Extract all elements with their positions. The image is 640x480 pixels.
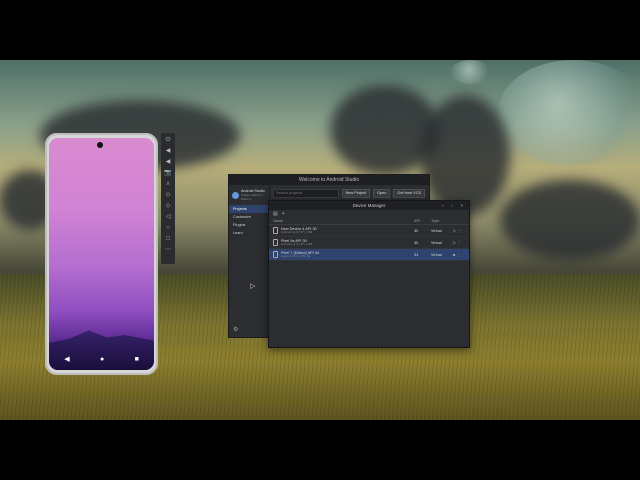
home-icon[interactable]: ○ bbox=[166, 224, 170, 232]
device-api: 30 bbox=[414, 228, 419, 233]
device-manager-title-bar: Device Manager – ▫ × bbox=[269, 201, 469, 210]
brand-version: Koala | 2024.1.1 Patch 1 bbox=[241, 193, 263, 201]
device-details: Android 14.0 | x86_64 bbox=[281, 253, 311, 258]
android-studio-logo-icon bbox=[232, 191, 239, 199]
sidebar-item-learn[interactable]: Learn bbox=[229, 229, 269, 237]
device-manager-toolbar: ▤ + bbox=[269, 210, 469, 217]
welcome-toolbar: Search projects New Project Open Get fro… bbox=[273, 188, 425, 198]
phone-icon bbox=[273, 251, 278, 258]
add-device-icon[interactable]: + bbox=[282, 211, 285, 217]
brand: Android Studio Koala | 2024.1.1 Patch 1 bbox=[229, 185, 269, 205]
device-details: Android 11.0 ("R") | x86 bbox=[281, 229, 313, 234]
mouse-cursor-icon: ▷ bbox=[250, 283, 256, 290]
phone-icon bbox=[273, 239, 278, 246]
screenshot-icon[interactable]: 📷 bbox=[164, 169, 171, 177]
cloud-image bbox=[500, 180, 640, 260]
device-manager-window: Device Manager – ▫ × ▤ + Name API Type N… bbox=[268, 200, 470, 348]
home-icon[interactable]: ● bbox=[100, 356, 104, 363]
back-icon[interactable]: ◁ bbox=[166, 213, 171, 221]
table-row[interactable]: Pixel 9a API 30 Android 11.0 ("R") | x86… bbox=[269, 237, 469, 249]
device-details: Android 11.0 ("R") | x86 bbox=[281, 241, 313, 246]
device-table-header: Name API Type bbox=[269, 217, 469, 225]
column-name[interactable]: Name bbox=[273, 219, 414, 223]
back-icon[interactable]: ◀ bbox=[64, 355, 69, 363]
stop-icon[interactable]: ■ ⋮ bbox=[453, 252, 465, 257]
cloud-image bbox=[420, 95, 510, 215]
open-button[interactable]: Open bbox=[373, 188, 391, 198]
play-icon[interactable]: ▷ ⋮ bbox=[453, 240, 465, 245]
sidebar-item-projects[interactable]: Projects bbox=[229, 205, 269, 213]
moon-large-image bbox=[498, 60, 640, 165]
zoom-icon[interactable]: ⌕ bbox=[166, 180, 169, 188]
device-list-icon[interactable]: ▤ bbox=[273, 211, 278, 217]
emulator-phone-frame: ◀ ● ■ bbox=[45, 133, 158, 375]
table-row[interactable]: New Device 4 API 30 Android 11.0 ("R") |… bbox=[269, 225, 469, 237]
device-type: Virtual bbox=[431, 252, 442, 257]
gear-icon[interactable]: ⚙ bbox=[233, 326, 238, 333]
android-nav-bar: ◀ ● ■ bbox=[49, 354, 154, 364]
window-title: Device Manager bbox=[352, 203, 386, 208]
window-title: Welcome to Android Studio bbox=[229, 175, 429, 185]
volume-up-icon[interactable]: ◀ bbox=[166, 147, 171, 155]
play-icon[interactable]: ▷ ⋮ bbox=[453, 228, 465, 233]
new-project-button[interactable]: New Project bbox=[341, 188, 371, 198]
column-api[interactable]: API bbox=[414, 219, 431, 223]
device-api: 34 bbox=[414, 252, 419, 257]
emulator-toolbar: ⏻ ◀ ◀ 📷 ⌕ ◇ ◇ ◁ ○ □ ⋯ bbox=[161, 133, 175, 264]
sidebar-item-customize[interactable]: Customize bbox=[229, 213, 269, 221]
moon-small-image bbox=[450, 60, 492, 84]
phone-icon bbox=[273, 227, 278, 234]
rotate-right-icon[interactable]: ◇ bbox=[166, 202, 171, 210]
column-type[interactable]: Type bbox=[431, 219, 453, 223]
device-type: Virtual bbox=[431, 240, 442, 245]
get-from-vcs-button[interactable]: Get from VCS bbox=[393, 188, 425, 198]
device-type: Virtual bbox=[431, 228, 442, 233]
recents-icon[interactable]: ■ bbox=[135, 356, 139, 363]
sidebar-item-plugins[interactable]: Plugins bbox=[229, 221, 269, 229]
power-icon[interactable]: ⏻ bbox=[166, 136, 171, 144]
welcome-sidebar: Android Studio Koala | 2024.1.1 Patch 1 … bbox=[229, 185, 270, 337]
more-icon[interactable]: ⋯ bbox=[165, 246, 171, 254]
volume-down-icon[interactable]: ◀ bbox=[166, 158, 171, 166]
overview-icon[interactable]: □ bbox=[166, 235, 170, 243]
table-row[interactable]: Pixel 7 (Edited) API 34 Android 14.0 | x… bbox=[269, 249, 469, 261]
emulator-screen[interactable]: ◀ ● ■ bbox=[49, 138, 154, 370]
camera-cutout bbox=[97, 142, 103, 148]
device-api: 30 bbox=[414, 240, 419, 245]
search-projects-input[interactable]: Search projects bbox=[273, 188, 339, 198]
window-controls[interactable]: – ▫ × bbox=[442, 201, 466, 210]
rotate-left-icon[interactable]: ◇ bbox=[166, 191, 171, 199]
